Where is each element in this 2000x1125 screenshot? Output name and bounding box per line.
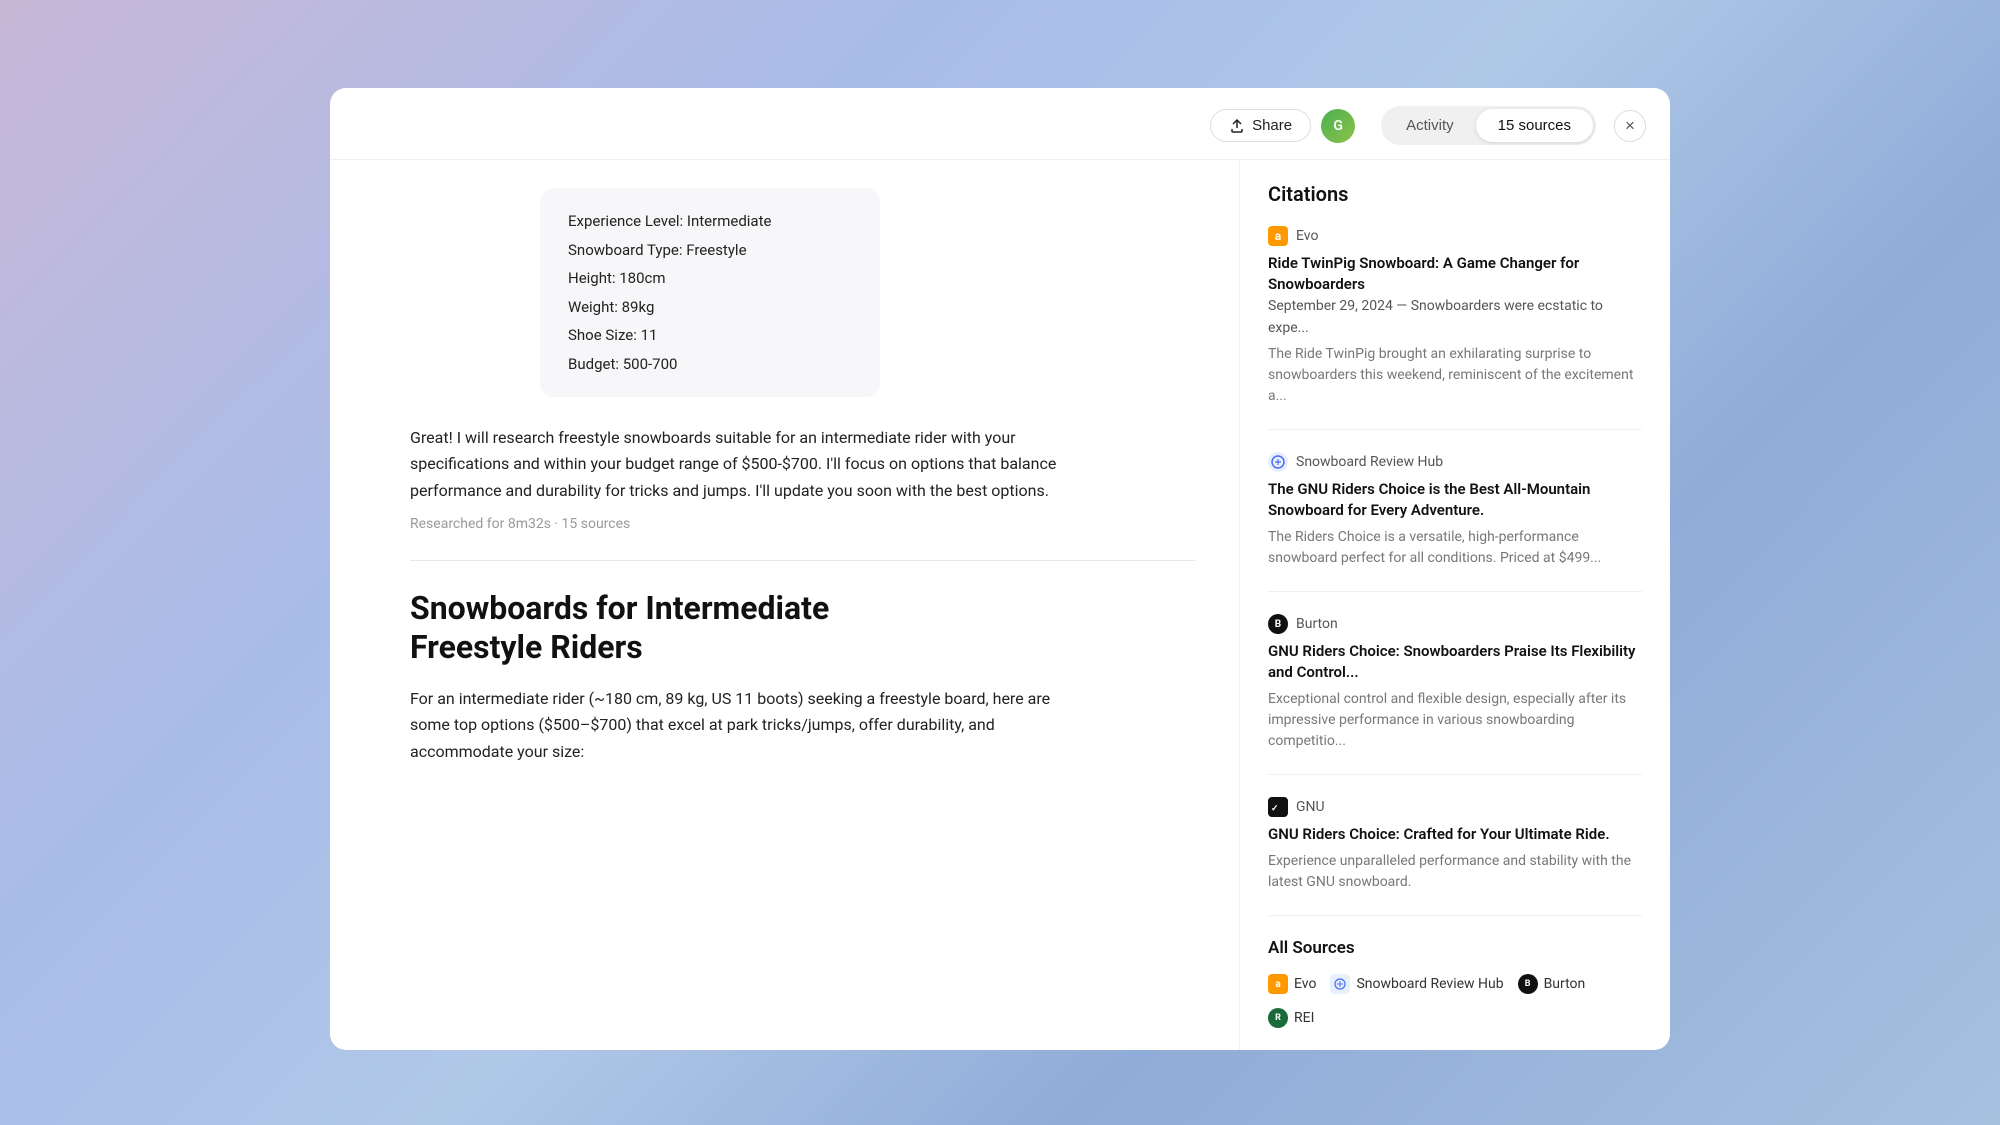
right-panel: Citations a Evo Ride TwinPig Snowboard: … bbox=[1240, 160, 1670, 1050]
source-badge-burton: B Burton bbox=[1518, 974, 1586, 994]
all-sources-title: All Sources bbox=[1268, 938, 1642, 958]
divider bbox=[410, 560, 1195, 561]
citation-item-4: ✓ GNU GNU Riders Choice: Crafted for You… bbox=[1268, 797, 1642, 916]
source-badge-evo: a Evo bbox=[1268, 974, 1316, 994]
citation-source-3: B Burton bbox=[1268, 614, 1642, 634]
budget: Budget: 500-700 bbox=[568, 353, 852, 376]
all-sources-row: a Evo Snowboard Review Hub B Burton R RE… bbox=[1268, 974, 1642, 1028]
citation-item-2: Snowboard Review Hub The GNU Riders Choi… bbox=[1268, 452, 1642, 592]
gnu-logo: ✓ bbox=[1268, 797, 1288, 817]
evo-logo: a bbox=[1268, 226, 1288, 246]
height: Height: 180cm bbox=[568, 267, 852, 290]
citation-source-name-1: Evo bbox=[1296, 228, 1318, 244]
citation-item-3: B Burton GNU Riders Choice: Snowboarders… bbox=[1268, 614, 1642, 775]
citation-headline-3: GNU Riders Choice: Snowboarders Praise I… bbox=[1268, 641, 1642, 683]
citation-snippet-2: The Riders Choice is a versatile, high-p… bbox=[1268, 527, 1642, 569]
citation-source-4: ✓ GNU bbox=[1268, 797, 1642, 817]
citation-headline-4: GNU Riders Choice: Crafted for Your Ulti… bbox=[1268, 824, 1642, 845]
source-burton-name: Burton bbox=[1544, 976, 1586, 992]
response-text: Great! I will research freestyle snowboa… bbox=[410, 425, 1090, 504]
citation-source-name-3: Burton bbox=[1296, 616, 1338, 632]
citation-source-1: a Evo bbox=[1268, 226, 1642, 246]
snowboard-review-logo bbox=[1268, 452, 1288, 472]
citation-snippet-1: The Ride TwinPig brought an exhilarating… bbox=[1268, 344, 1642, 407]
citation-source-2: Snowboard Review Hub bbox=[1268, 452, 1642, 472]
citation-headline-1: Ride TwinPig Snowboard: A Game Changer f… bbox=[1268, 253, 1642, 338]
citation-source-name-2: Snowboard Review Hub bbox=[1296, 454, 1443, 470]
source-badge-rei: R REI bbox=[1268, 1008, 1314, 1028]
content-area: Experience Level: Intermediate Snowboard… bbox=[330, 160, 1670, 1050]
shoe-size: Shoe Size: 11 bbox=[568, 324, 852, 347]
weight: Weight: 89kg bbox=[568, 296, 852, 319]
research-meta: Researched for 8m32s · 15 sources bbox=[410, 516, 1195, 532]
main-panel: Experience Level: Intermediate Snowboard… bbox=[330, 160, 1240, 1050]
avatar: G bbox=[1321, 109, 1355, 143]
burton-logo: B bbox=[1268, 614, 1288, 634]
svg-text:✓: ✓ bbox=[1271, 803, 1279, 812]
source-evo-icon: a bbox=[1268, 974, 1288, 994]
citation-snippet-3: Exceptional control and flexible design,… bbox=[1268, 689, 1642, 752]
source-evo-name: Evo bbox=[1294, 976, 1316, 992]
citation-snippet-4: Experience unparalleled performance and … bbox=[1268, 851, 1642, 893]
source-badge-snowboard: Snowboard Review Hub bbox=[1330, 974, 1503, 994]
main-window: Share G Activity 15 sources × Experience… bbox=[330, 88, 1670, 1050]
source-burton-icon: B bbox=[1518, 974, 1538, 994]
tabs-group: Activity 15 sources bbox=[1381, 106, 1596, 145]
share-button[interactable]: Share bbox=[1210, 109, 1311, 142]
tab-sources[interactable]: 15 sources bbox=[1476, 109, 1593, 142]
citation-headline-2: The GNU Riders Choice is the Best All-Mo… bbox=[1268, 479, 1642, 521]
citation-item: a Evo Ride TwinPig Snowboard: A Game Cha… bbox=[1268, 226, 1642, 430]
header: Share G Activity 15 sources × bbox=[330, 88, 1670, 160]
experience-level: Experience Level: Intermediate bbox=[568, 210, 852, 233]
citation-source-name-4: GNU bbox=[1296, 799, 1325, 815]
section-title: Snowboards for Intermediate Freestyle Ri… bbox=[410, 589, 950, 666]
section-body: For an intermediate rider (~180 cm, 89 k… bbox=[410, 686, 1090, 765]
tab-activity[interactable]: Activity bbox=[1384, 109, 1476, 142]
share-icon bbox=[1229, 118, 1245, 134]
source-snowboard-icon bbox=[1330, 974, 1350, 994]
source-rei-name: REI bbox=[1294, 1010, 1314, 1026]
citations-title: Citations bbox=[1268, 182, 1642, 206]
source-snowboard-name: Snowboard Review Hub bbox=[1356, 976, 1503, 992]
source-rei-icon: R bbox=[1268, 1008, 1288, 1028]
close-button[interactable]: × bbox=[1614, 110, 1646, 142]
info-card: Experience Level: Intermediate Snowboard… bbox=[540, 188, 880, 397]
snowboard-type: Snowboard Type: Freestyle bbox=[568, 239, 852, 262]
